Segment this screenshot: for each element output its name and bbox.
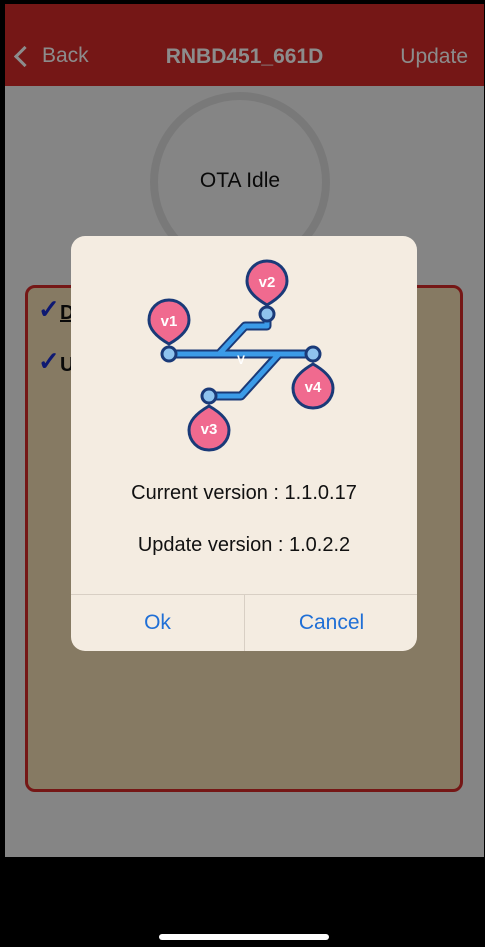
pin-v4: v4	[291, 362, 335, 410]
ok-button[interactable]: Ok	[71, 595, 244, 651]
svg-text:v4: v4	[305, 379, 322, 396]
cancel-button[interactable]: Cancel	[245, 595, 417, 651]
current-version-text: Current version : 1.1.0.17	[131, 482, 357, 504]
update-version-text: Update version : 1.0.2.2	[137, 534, 351, 556]
center-glyph: V	[237, 353, 245, 367]
home-indicator[interactable]	[159, 934, 329, 940]
svg-text:v1: v1	[161, 313, 178, 330]
pin-v2: v2	[245, 259, 289, 307]
pin-v3: v3	[187, 404, 231, 452]
pin-v1: v1	[147, 298, 191, 346]
svg-text:v3: v3	[201, 421, 218, 438]
version-branch-icon: V v1 v2 v4 v3	[147, 259, 335, 452]
svg-text:v2: v2	[259, 274, 276, 291]
update-alert-dialog: V v1 v2 v4 v3 Current version : 1.1.0.17…	[71, 236, 417, 651]
